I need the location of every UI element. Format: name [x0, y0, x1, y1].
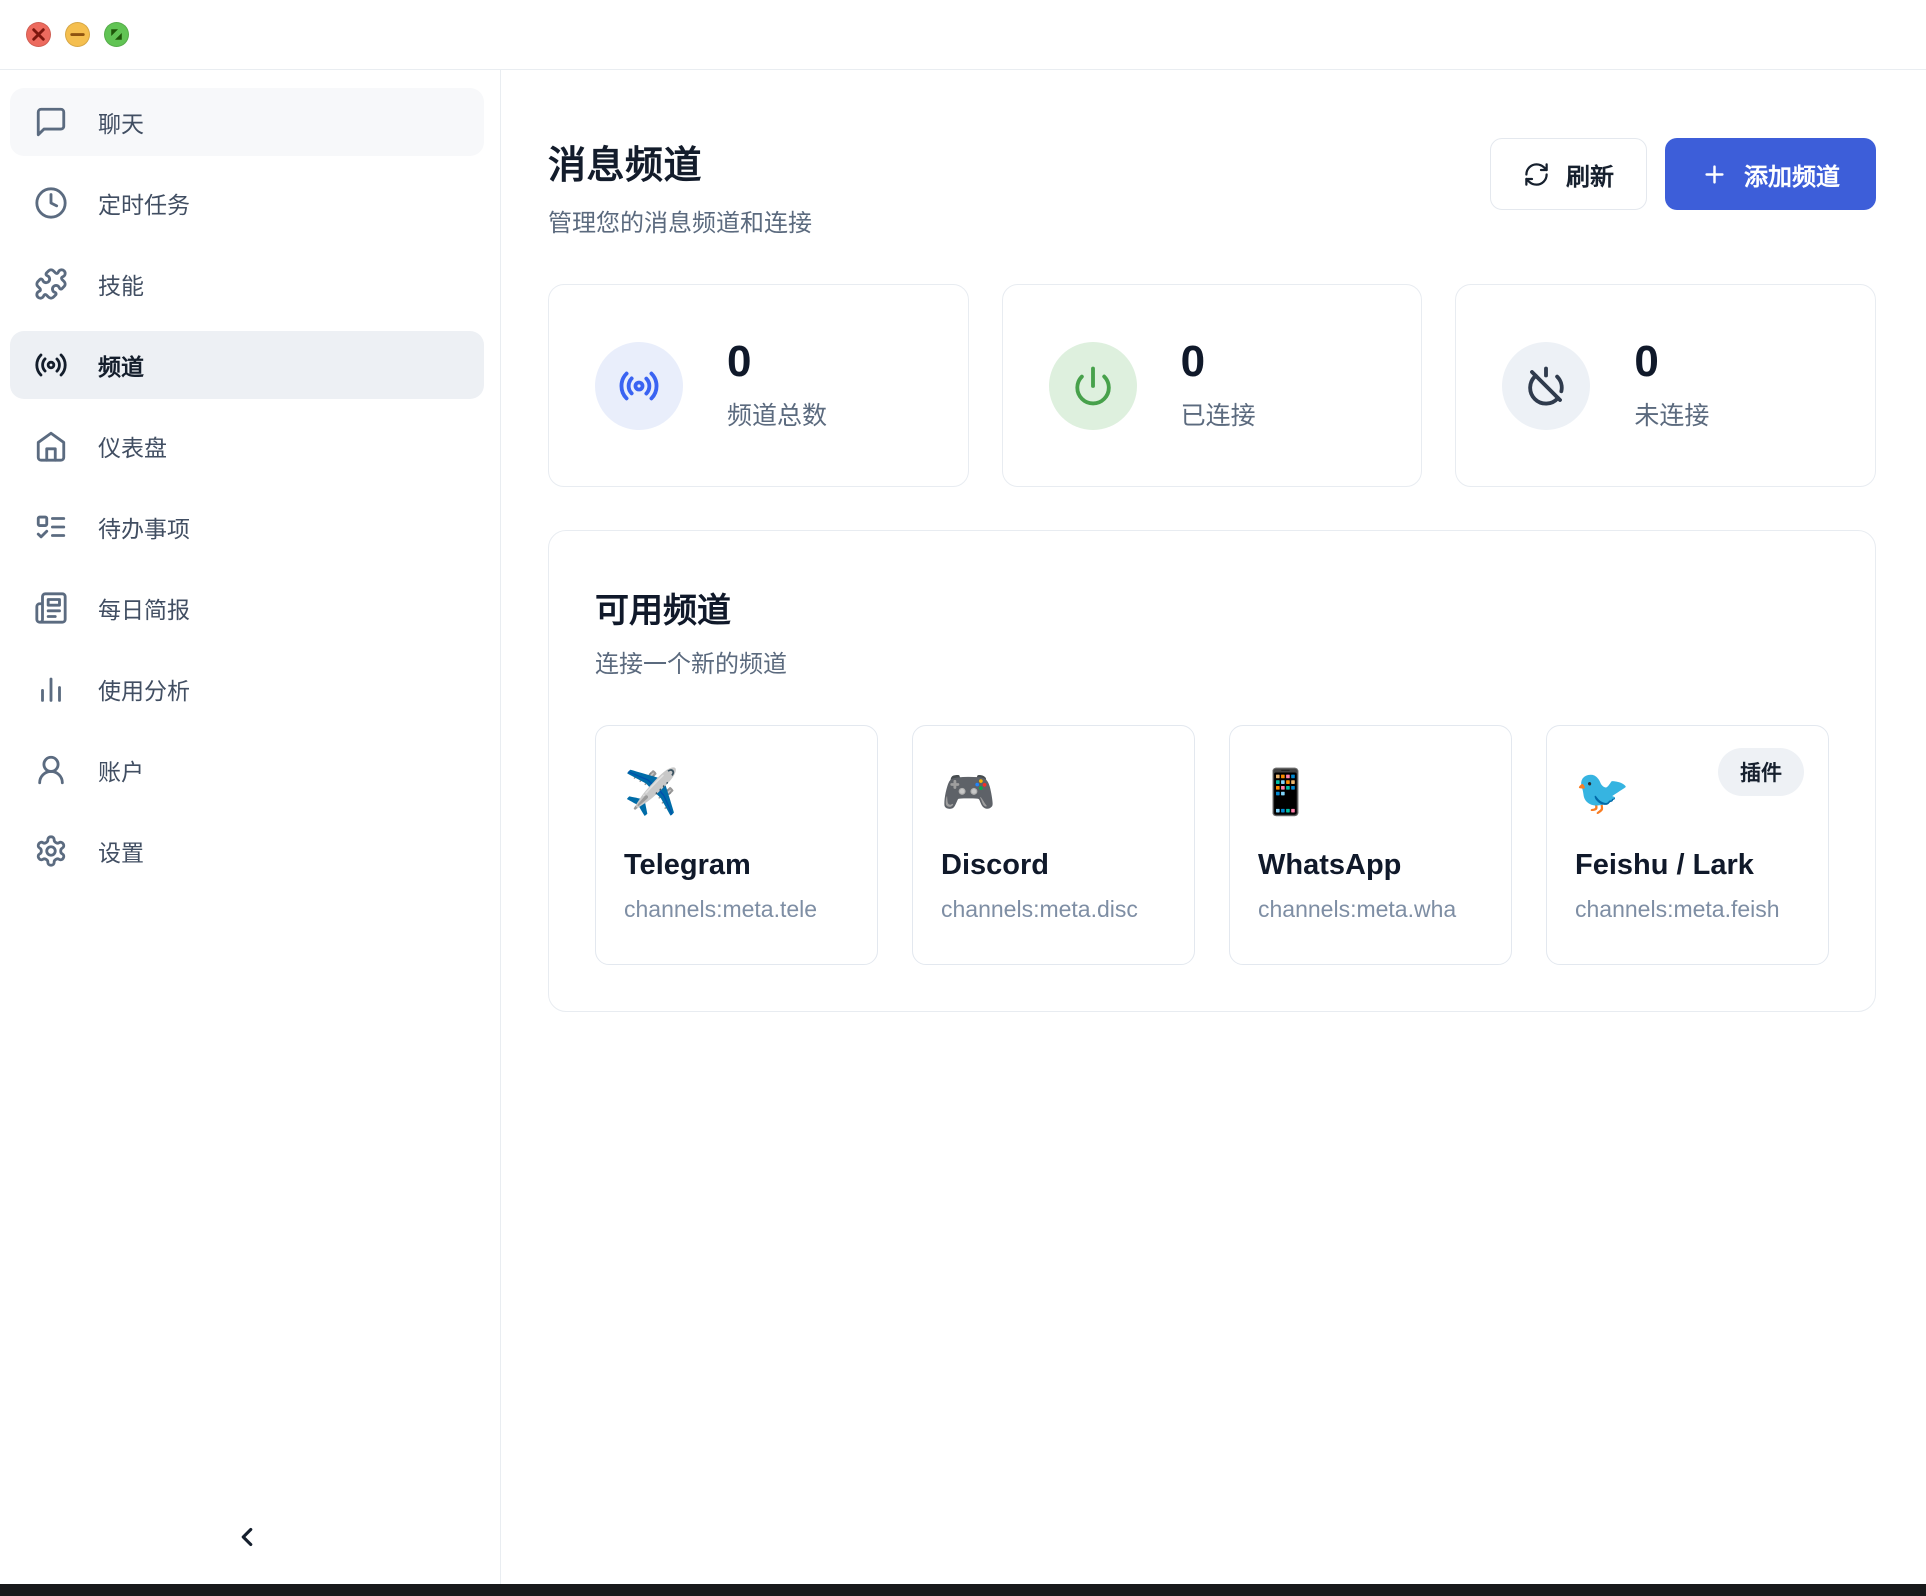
checklist-icon — [34, 510, 68, 544]
sidebar-item-label: 设置 — [98, 834, 144, 868]
sidebar-item-label: 待办事项 — [98, 510, 190, 544]
puzzle-icon — [34, 267, 68, 301]
channel-card-discord[interactable]: 🎮 Discord channels:meta.disc — [912, 725, 1195, 965]
sidebar-nav: 聊天 定时任务 技能 频道 仪表盘 待办事项 — [10, 88, 484, 898]
whatsapp-phone-icon: 📱 — [1258, 767, 1483, 820]
refresh-icon — [1523, 161, 1550, 188]
close-icon — [27, 23, 50, 46]
power-icon — [1049, 342, 1137, 430]
channel-id: channels:meta.wha — [1258, 896, 1483, 923]
stat-card-total-channels: 0 频道总数 — [548, 284, 969, 487]
discord-gamepad-icon: 🎮 — [941, 767, 1166, 820]
stats-row: 0 频道总数 0 已连接 0 未连接 — [548, 284, 1876, 487]
telegram-airplane-icon: ✈️ — [624, 767, 849, 820]
bottom-edge — [0, 1584, 1926, 1596]
sidebar-item-channels[interactable]: 频道 — [10, 331, 484, 399]
stat-card-disconnected: 0 未连接 — [1455, 284, 1876, 487]
sidebar-item-label: 定时任务 — [98, 186, 190, 220]
main-content: 消息频道 管理您的消息频道和连接 刷新 添加频道 0 — [501, 70, 1926, 1584]
stat-value: 0 — [1181, 340, 1256, 384]
stat-label: 未连接 — [1634, 396, 1709, 432]
sidebar-collapse-button[interactable] — [226, 1516, 268, 1558]
window-minimize-button[interactable] — [65, 22, 90, 47]
sidebar-item-usage-analytics[interactable]: 使用分析 — [10, 655, 484, 723]
window-fullscreen-button[interactable] — [104, 22, 129, 47]
sidebar-item-label: 聊天 — [98, 105, 144, 139]
window-titlebar — [0, 0, 1926, 70]
stat-label: 频道总数 — [727, 396, 827, 432]
channel-grid: ✈️ Telegram channels:meta.tele 🎮 Discord… — [595, 725, 1829, 965]
sidebar-item-label: 技能 — [98, 267, 144, 301]
page-header: 消息频道 管理您的消息频道和连接 刷新 添加频道 — [548, 134, 1876, 238]
channel-id: channels:meta.feish — [1575, 896, 1800, 923]
channel-name: WhatsApp — [1258, 849, 1483, 882]
page-title: 消息频道 — [548, 134, 812, 189]
user-icon — [34, 753, 68, 787]
stat-value: 0 — [1634, 340, 1709, 384]
home-icon — [34, 429, 68, 463]
sidebar-item-todos[interactable]: 待办事项 — [10, 493, 484, 561]
sidebar-item-label: 仪表盘 — [98, 429, 167, 463]
sidebar: 聊天 定时任务 技能 频道 仪表盘 待办事项 — [0, 70, 501, 1584]
channel-name: Telegram — [624, 849, 849, 882]
stat-value: 0 — [727, 340, 827, 384]
chevron-left-icon — [232, 1522, 262, 1552]
window-close-button[interactable] — [26, 22, 51, 47]
sidebar-item-daily-brief[interactable]: 每日简报 — [10, 574, 484, 642]
channel-id: channels:meta.disc — [941, 896, 1166, 923]
stat-card-connected: 0 已连接 — [1002, 284, 1423, 487]
channel-card-whatsapp[interactable]: 📱 WhatsApp channels:meta.wha — [1229, 725, 1512, 965]
available-channels-panel: 可用频道 连接一个新的频道 ✈️ Telegram channels:meta.… — [548, 530, 1876, 1012]
refresh-button-label: 刷新 — [1566, 157, 1614, 192]
window-controls — [26, 22, 129, 47]
minimize-icon — [66, 23, 89, 46]
refresh-button[interactable]: 刷新 — [1490, 138, 1647, 210]
fullscreen-icon — [105, 23, 128, 46]
sidebar-item-label: 频道 — [98, 348, 144, 382]
newspaper-icon — [34, 591, 68, 625]
sidebar-item-chat[interactable]: 聊天 — [10, 88, 484, 156]
clock-icon — [34, 186, 68, 220]
channel-id: channels:meta.tele — [624, 896, 849, 923]
sidebar-item-scheduled-tasks[interactable]: 定时任务 — [10, 169, 484, 237]
plugin-badge: 插件 — [1718, 748, 1804, 796]
broadcast-icon — [34, 348, 68, 382]
channel-card-feishu[interactable]: 插件 🐦 Feishu / Lark channels:meta.feish — [1546, 725, 1829, 965]
plus-icon — [1701, 161, 1728, 188]
channel-name: Feishu / Lark — [1575, 849, 1800, 882]
stat-label: 已连接 — [1181, 396, 1256, 432]
sidebar-item-account[interactable]: 账户 — [10, 736, 484, 804]
add-channel-button-label: 添加频道 — [1744, 157, 1840, 192]
sidebar-item-dashboard[interactable]: 仪表盘 — [10, 412, 484, 480]
available-channels-subtitle: 连接一个新的频道 — [595, 644, 1829, 679]
broadcast-icon — [595, 342, 683, 430]
power-off-icon — [1502, 342, 1590, 430]
page-subtitle: 管理您的消息频道和连接 — [548, 203, 812, 238]
bar-chart-icon — [34, 672, 68, 706]
channel-card-telegram[interactable]: ✈️ Telegram channels:meta.tele — [595, 725, 878, 965]
gear-icon — [34, 834, 68, 868]
channel-name: Discord — [941, 849, 1166, 882]
sidebar-item-label: 账户 — [98, 753, 144, 787]
available-channels-title: 可用频道 — [595, 583, 1829, 632]
add-channel-button[interactable]: 添加频道 — [1665, 138, 1876, 210]
sidebar-item-settings[interactable]: 设置 — [10, 817, 484, 885]
sidebar-item-skills[interactable]: 技能 — [10, 250, 484, 318]
sidebar-item-label: 每日简报 — [98, 591, 190, 625]
sidebar-item-label: 使用分析 — [98, 672, 190, 706]
header-actions: 刷新 添加频道 — [1490, 138, 1876, 210]
chat-bubble-icon — [34, 105, 68, 139]
